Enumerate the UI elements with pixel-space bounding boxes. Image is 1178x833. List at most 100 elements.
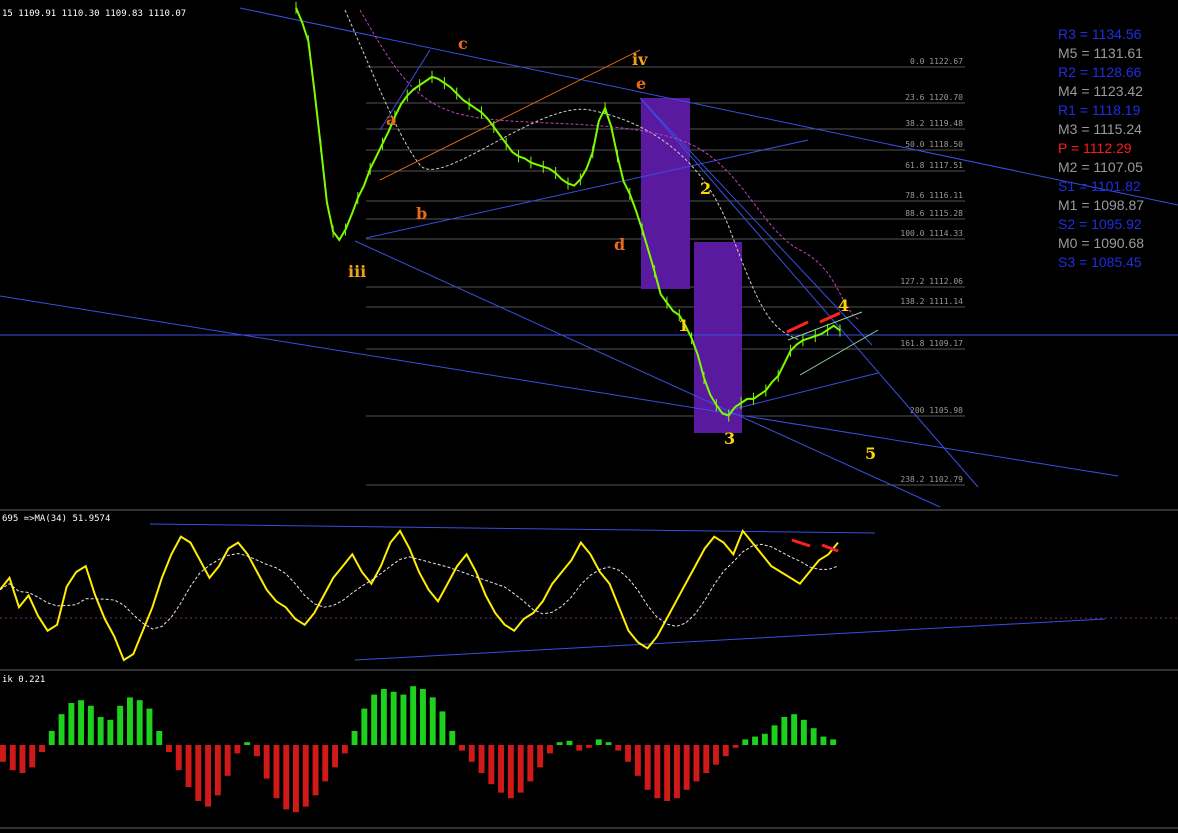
fib-label: 38.2 1119.48 [905,119,963,128]
histogram-bar [752,736,758,745]
wave-label: d [614,235,626,254]
histogram-bar [361,708,368,745]
histogram-bar [459,745,465,751]
pivot-level: P = 1112.29 [1058,140,1132,156]
histogram-bar [9,745,16,771]
histogram-bar [615,745,622,751]
pivot-level: M2 = 1107.05 [1058,159,1143,175]
histogram-bar [625,745,631,762]
histogram-bar [556,742,563,745]
histogram-bar [400,694,407,745]
wave-label: 5 [865,444,877,463]
pivot-level: M1 = 1098.87 [1058,197,1145,213]
histogram-bar [195,745,202,801]
fib-label: 161.8 1109.17 [900,339,963,348]
histogram-bar [107,719,114,745]
pivot-level: R1 = 1118.19 [1058,102,1141,118]
histogram-bar [185,745,192,787]
histogram-bar [127,697,133,745]
fib-label: 88.6 1115.28 [905,209,963,218]
histogram-bar [713,745,719,765]
wave-label: iii [348,262,367,281]
histogram-bar [273,745,280,799]
histogram-bar [254,745,260,757]
chart-canvas: 0.0 1122.67 23.6 1120.70 38.2 1119.48 50.0 … [0,0,1178,833]
histogram-bar [605,742,612,745]
histogram-header: ik 0.221 [2,675,46,685]
histogram-bar [322,745,329,782]
histogram-bar [156,731,163,745]
histogram-bar [547,745,553,754]
histogram-bar [478,745,485,773]
histogram-bar [810,728,817,745]
wave-label: a [386,110,397,129]
histogram-bar [800,719,807,745]
histogram-bar [420,689,426,745]
histogram-bar [68,703,75,745]
pivot-level: S1 = 1101.82 [1058,178,1141,194]
histogram-bar [214,745,221,796]
histogram-bar [166,745,172,752]
histogram-bar [136,700,143,745]
pivot-level: M0 = 1090.68 [1058,235,1145,251]
histogram-bar [576,745,583,751]
pivot-level: R3 = 1134.56 [1058,26,1142,42]
histogram-bar [498,745,504,793]
histogram-bar [87,705,94,745]
histogram-bar [449,731,456,745]
pivot-level: S3 = 1085.45 [1058,254,1142,270]
histogram-bar [293,745,299,813]
histogram-bar [146,708,153,745]
histogram-bar [429,697,436,745]
histogram-bar [820,736,827,745]
histogram-bar [341,745,348,754]
histogram-bar [761,733,768,745]
wave-box [694,242,742,433]
histogram-bar [175,745,182,771]
histogram-bar [205,745,211,807]
wave-label: 1 [678,316,690,335]
histogram-bar [830,739,837,745]
histogram-bar [468,745,475,762]
histogram-bar [771,725,778,745]
histogram-bar [78,700,84,745]
histogram-bar [634,745,641,776]
main-header: 15 1109.91 1110.30 1109.83 1110.07 [2,9,187,19]
histogram-bar [380,689,387,745]
histogram-bar [224,745,231,776]
histogram-bar [234,745,241,754]
fib-label: 200 1105.98 [910,406,963,415]
histogram-bar [586,745,592,748]
histogram-bar [332,745,338,768]
histogram-bar [781,717,788,745]
histogram-bar [0,745,6,762]
histogram-bar [488,745,495,785]
fib-label: 23.6 1120.70 [905,93,963,102]
histogram-bar [732,745,739,748]
fib-label: 138.2 1111.14 [900,297,963,306]
histogram-bar [595,739,602,745]
histogram-bar [566,740,573,745]
histogram-bar [654,745,661,799]
histogram-bar [517,745,524,793]
wave-label: e [636,74,647,93]
histogram-bar [693,745,700,782]
histogram-bar [97,717,104,745]
pivot-level: R2 = 1128.66 [1058,64,1142,80]
histogram-bar [302,745,309,807]
histogram-bar [537,745,544,768]
pivot-level: M3 = 1115.24 [1058,121,1142,137]
fib-label: 0.0 1122.67 [910,57,963,66]
histogram-bar [390,691,397,745]
histogram-bar [664,745,671,801]
histogram-bar [39,745,45,752]
fib-label: 50.0 1118.50 [905,140,963,149]
wave-label: 4 [838,296,850,315]
fib-label: 100.0 1114.33 [900,229,963,238]
histogram-bar [244,742,251,745]
histogram-bar [439,711,446,745]
histogram-bar [410,686,417,745]
histogram-bar [674,745,680,799]
histogram-bar [644,745,651,790]
histogram-bar [29,745,36,768]
